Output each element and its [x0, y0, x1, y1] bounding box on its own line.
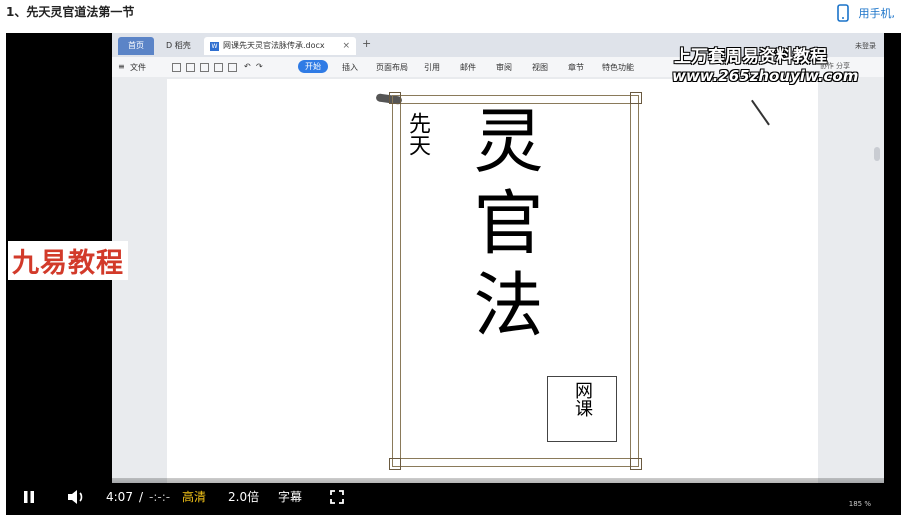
cover-title: 灵官法 — [462, 104, 544, 350]
menu-reference: 引用 — [424, 63, 440, 72]
corner-ornament — [389, 92, 401, 104]
tab-daoke: D 稻壳 — [160, 37, 197, 55]
quality-button[interactable]: 高清 — [182, 478, 206, 515]
menu-file: 文件 — [130, 63, 146, 72]
time-separator: / — [138, 489, 143, 504]
pause-button[interactable] — [22, 478, 40, 515]
login-label: 未登录 — [855, 42, 876, 50]
time-total: -:-:- — [149, 489, 171, 504]
volume-button[interactable] — [66, 478, 90, 515]
undo-icon: ↶ — [244, 62, 251, 71]
corner-ornament — [630, 458, 642, 470]
print-icon — [214, 63, 223, 72]
mobile-watch-link[interactable]: 用手机, — [836, 2, 896, 24]
menu-review: 审阅 — [496, 63, 512, 72]
phone-icon — [836, 4, 849, 22]
lesson-title: 1、先天灵官道法第一节 — [6, 5, 135, 19]
corner-ornament — [389, 458, 401, 470]
menu-chapter: 章节 — [568, 63, 584, 72]
page-header: 1、先天灵官道法第一节 用手机, — [0, 0, 901, 33]
save-icon — [200, 63, 209, 72]
daoke-icon: D — [166, 41, 173, 50]
menu-mail: 邮件 — [460, 63, 476, 72]
video-player[interactable]: 首页 D 稻壳 W 网课先天灵官法脉传承.docx × + 未登录 ≡ 文件 ↶… — [6, 33, 901, 515]
cover-stamp-box: 网课 — [547, 376, 617, 442]
watermark-top: 上万套周易资料教程 — [674, 47, 827, 67]
tab-home: 首页 — [118, 37, 154, 55]
volume-icon — [68, 489, 83, 504]
playback-rate-button[interactable]: 2.0倍 — [228, 478, 259, 515]
word-doc-icon: W — [210, 41, 219, 51]
corner-ornament — [630, 92, 642, 104]
preview-icon — [228, 63, 237, 72]
close-icon: × — [342, 41, 350, 51]
menu-insert: 插入 — [342, 63, 358, 72]
menu-start: 开始 — [298, 60, 328, 73]
subtitles-button[interactable]: 字幕 — [278, 478, 302, 515]
time-current: 4:07 — [106, 489, 133, 504]
fullscreen-icon — [330, 489, 344, 504]
watermark-url: www.265zhouyiw.com — [672, 67, 859, 85]
menu-layout: 页面布局 — [376, 63, 408, 72]
time-display: 4:07 / -:-:- — [106, 478, 170, 515]
tab-document-label: 网课先天灵官法脉传承.docx — [223, 41, 325, 50]
scrollbar-thumb — [874, 147, 880, 161]
player-controls: 4:07 / -:-:- 高清 2.0倍 字幕 185 % — [6, 478, 901, 515]
menu-special: 特色功能 — [602, 63, 634, 72]
new-doc-icon — [172, 63, 181, 72]
mobile-watch-label: 用手机, — [858, 7, 896, 20]
pause-icon — [24, 490, 34, 503]
cover-stamp-text: 网课 — [572, 381, 593, 417]
redo-icon: ↷ — [256, 62, 263, 71]
plus-icon: + — [362, 37, 372, 50]
tab-daoke-label: 稻壳 — [174, 41, 191, 50]
zoom-level: 185 % — [848, 500, 871, 508]
fullscreen-button[interactable] — [330, 478, 346, 515]
hamburger-icon: ≡ — [118, 62, 125, 71]
cover-frame: 先天 灵官法 网课 — [389, 92, 642, 470]
menu-view: 视图 — [532, 63, 548, 72]
open-icon — [186, 63, 195, 72]
tab-document: W 网课先天灵官法脉传承.docx × — [204, 37, 356, 55]
watermark-left: 九易教程 — [8, 241, 128, 280]
cover-subtitle: 先天 — [405, 112, 430, 156]
